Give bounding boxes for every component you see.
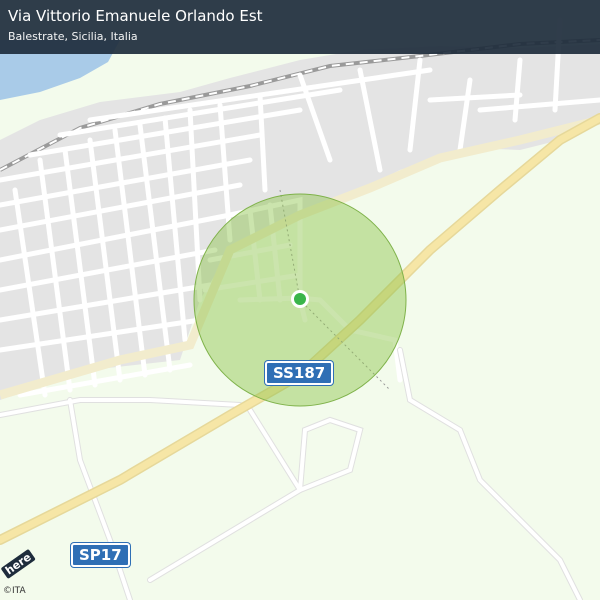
location-header: Via Vittorio Emanuele Orlando Est Balest… <box>0 0 600 54</box>
location-subtitle: Balestrate, Sicilia, Italia <box>8 30 138 43</box>
road-shield-ss187: SS187 <box>265 361 334 385</box>
road-shield-sp17: SP17 <box>71 543 130 567</box>
map-copyright: ©ITA <box>3 586 26 596</box>
location-title: Via Vittorio Emanuele Orlando Est <box>8 7 263 25</box>
map-canvas[interactable] <box>0 0 600 600</box>
location-dot[interactable] <box>294 293 306 305</box>
